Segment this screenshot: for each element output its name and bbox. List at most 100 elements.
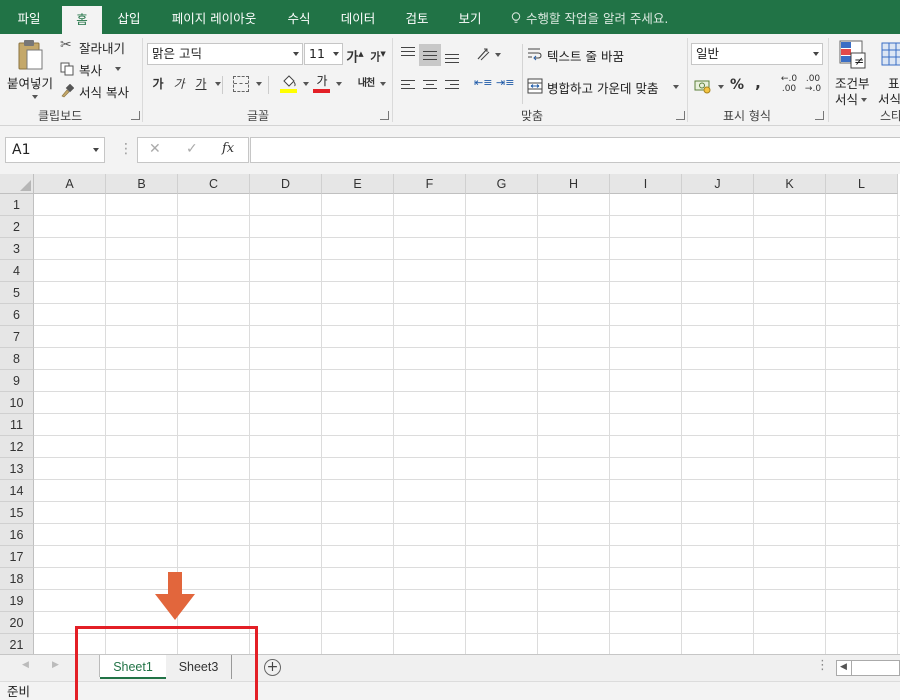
italic-button[interactable]: 가 [171,73,187,95]
column-header-k[interactable]: K [754,174,826,194]
phonetic-button[interactable]: 내천 [354,73,378,95]
scroll-left-arrow-icon[interactable]: ◀ [840,662,847,672]
row-header-10[interactable]: 10 [0,392,34,414]
sheet-tab-sheet3[interactable]: Sheet3 [166,655,232,679]
dialog-launcher-icon[interactable] [131,111,140,120]
split-handle-icon[interactable]: ⋮ [816,658,829,673]
column-header-g[interactable]: G [466,174,538,194]
row-header-8[interactable]: 8 [0,348,34,370]
orientation-button[interactable] [473,44,501,64]
scroll-right-icon[interactable]: ▶ [52,660,59,670]
grow-font-button[interactable]: 가▲ [346,43,364,65]
tab-review[interactable]: 검토 [396,0,438,34]
row-header-4[interactable]: 4 [0,260,34,282]
column-header-d[interactable]: D [250,174,322,194]
row-header-18[interactable]: 18 [0,568,34,590]
cancel-icon[interactable]: ✕ [149,141,161,157]
column-header-c[interactable]: C [178,174,250,194]
dialog-launcher-icon[interactable] [676,111,685,120]
dialog-launcher-icon[interactable] [380,111,389,120]
horizontal-scrollbar[interactable]: ◀ [836,660,900,676]
merge-center-button[interactable]: 병합하고 가운데 맞춤 [527,76,682,96]
number-format-combo[interactable]: 일반 [691,43,823,65]
percent-button[interactable]: % [728,74,746,96]
decrease-indent-button[interactable]: ⇤≡ [473,76,493,96]
paste-button[interactable]: 붙여넣기 [4,36,56,104]
increase-decimal-button[interactable]: ←.0.00 [778,74,800,96]
accounting-icon [694,80,711,94]
row-header-6[interactable]: 6 [0,304,34,326]
cut-button[interactable]: ✂ 잘라내기 [60,37,140,56]
align-middle-button[interactable] [419,44,441,66]
align-top-button[interactable] [398,44,418,64]
row-header-14[interactable]: 14 [0,480,34,502]
row-header-15[interactable]: 15 [0,502,34,524]
wrap-text-button[interactable]: 텍스트 줄 바꿈 [527,44,637,64]
dialog-launcher-icon[interactable] [815,111,824,120]
enter-icon[interactable]: ✓ [186,141,198,157]
tab-formulas[interactable]: 수식 [278,0,320,34]
align-right-button[interactable] [442,76,462,96]
row-header-12[interactable]: 12 [0,436,34,458]
add-sheet-icon[interactable]: + [264,659,281,676]
tell-me-box[interactable]: 수행할 작업을 알려 주세요. [510,0,668,34]
row-header-16[interactable]: 16 [0,524,34,546]
column-header-j[interactable]: J [682,174,754,194]
accounting-format-button[interactable] [694,76,724,96]
shrink-font-button[interactable]: 가▼ [369,43,387,65]
decrease-decimal-button[interactable]: .00 →.0 [802,74,824,96]
tab-home[interactable]: 홈 [62,6,102,34]
name-box[interactable]: A1 [5,137,105,163]
column-header-l[interactable]: L [826,174,898,194]
increase-indent-button[interactable]: ⇥≡ [495,76,515,96]
row-header-5[interactable]: 5 [0,282,34,304]
bold-button[interactable]: 가 [150,73,166,95]
underline-button[interactable]: 가 [192,73,210,95]
row-header-2[interactable]: 2 [0,216,34,238]
font-color-button[interactable]: 가 [313,74,331,96]
border-button[interactable] [233,76,249,92]
align-left-button[interactable] [398,76,418,96]
scroll-left-icon[interactable]: ◀ [22,660,29,670]
align-center-button[interactable] [420,76,440,96]
row-header-1[interactable]: 1 [0,194,34,216]
conditional-formatting-button[interactable]: ≠ 조건부 서식 [833,38,873,107]
row-header-19[interactable]: 19 [0,590,34,612]
formula-input[interactable] [250,137,900,163]
column-header-e[interactable]: E [322,174,394,194]
tab-page-layout[interactable]: 페이지 레이아웃 [162,0,266,34]
row-header-9[interactable]: 9 [0,370,34,392]
cell-area[interactable] [34,194,900,654]
copy-button[interactable]: 복사 [60,60,140,78]
row-header-11[interactable]: 11 [0,414,34,436]
format-as-table-button[interactable]: 표 서식 [878,38,900,104]
column-header-f[interactable]: F [394,174,466,194]
column-header-i[interactable]: I [610,174,682,194]
comma-button[interactable]: , [751,72,765,94]
row-header-7[interactable]: 7 [0,326,34,348]
row-header-13[interactable]: 13 [0,458,34,480]
column-header-b[interactable]: B [106,174,178,194]
chevron-down-icon [115,67,121,71]
row-header-3[interactable]: 3 [0,238,34,260]
insert-function-icon[interactable]: fx [222,141,234,156]
scissors-icon: ✂ [60,37,72,53]
row-header-17[interactable]: 17 [0,546,34,568]
tab-insert[interactable]: 삽입 [108,0,150,34]
tab-file[interactable]: 파일 [5,0,53,34]
resize-handle-icon[interactable]: ⋮ [119,142,133,156]
font-name-combo[interactable]: 맑은 고딕 [147,43,303,65]
fill-color-button[interactable] [280,74,298,96]
tab-data[interactable]: 데이터 [333,0,383,34]
font-size-combo[interactable]: 11 [304,43,343,65]
formula-buttons: ✕ ✓ fx [137,137,249,163]
column-header-a[interactable]: A [34,174,106,194]
tab-view[interactable]: 보기 [449,0,491,34]
select-all-button[interactable] [0,174,34,194]
sheet-tab-sheet1[interactable]: Sheet1 [100,655,166,679]
row-header-20[interactable]: 20 [0,612,34,634]
format-painter-button[interactable]: 서식 복사 [60,82,140,100]
column-header-h[interactable]: H [538,174,610,194]
align-bottom-button[interactable] [442,44,462,64]
row-header-21[interactable]: 21 [0,634,34,654]
